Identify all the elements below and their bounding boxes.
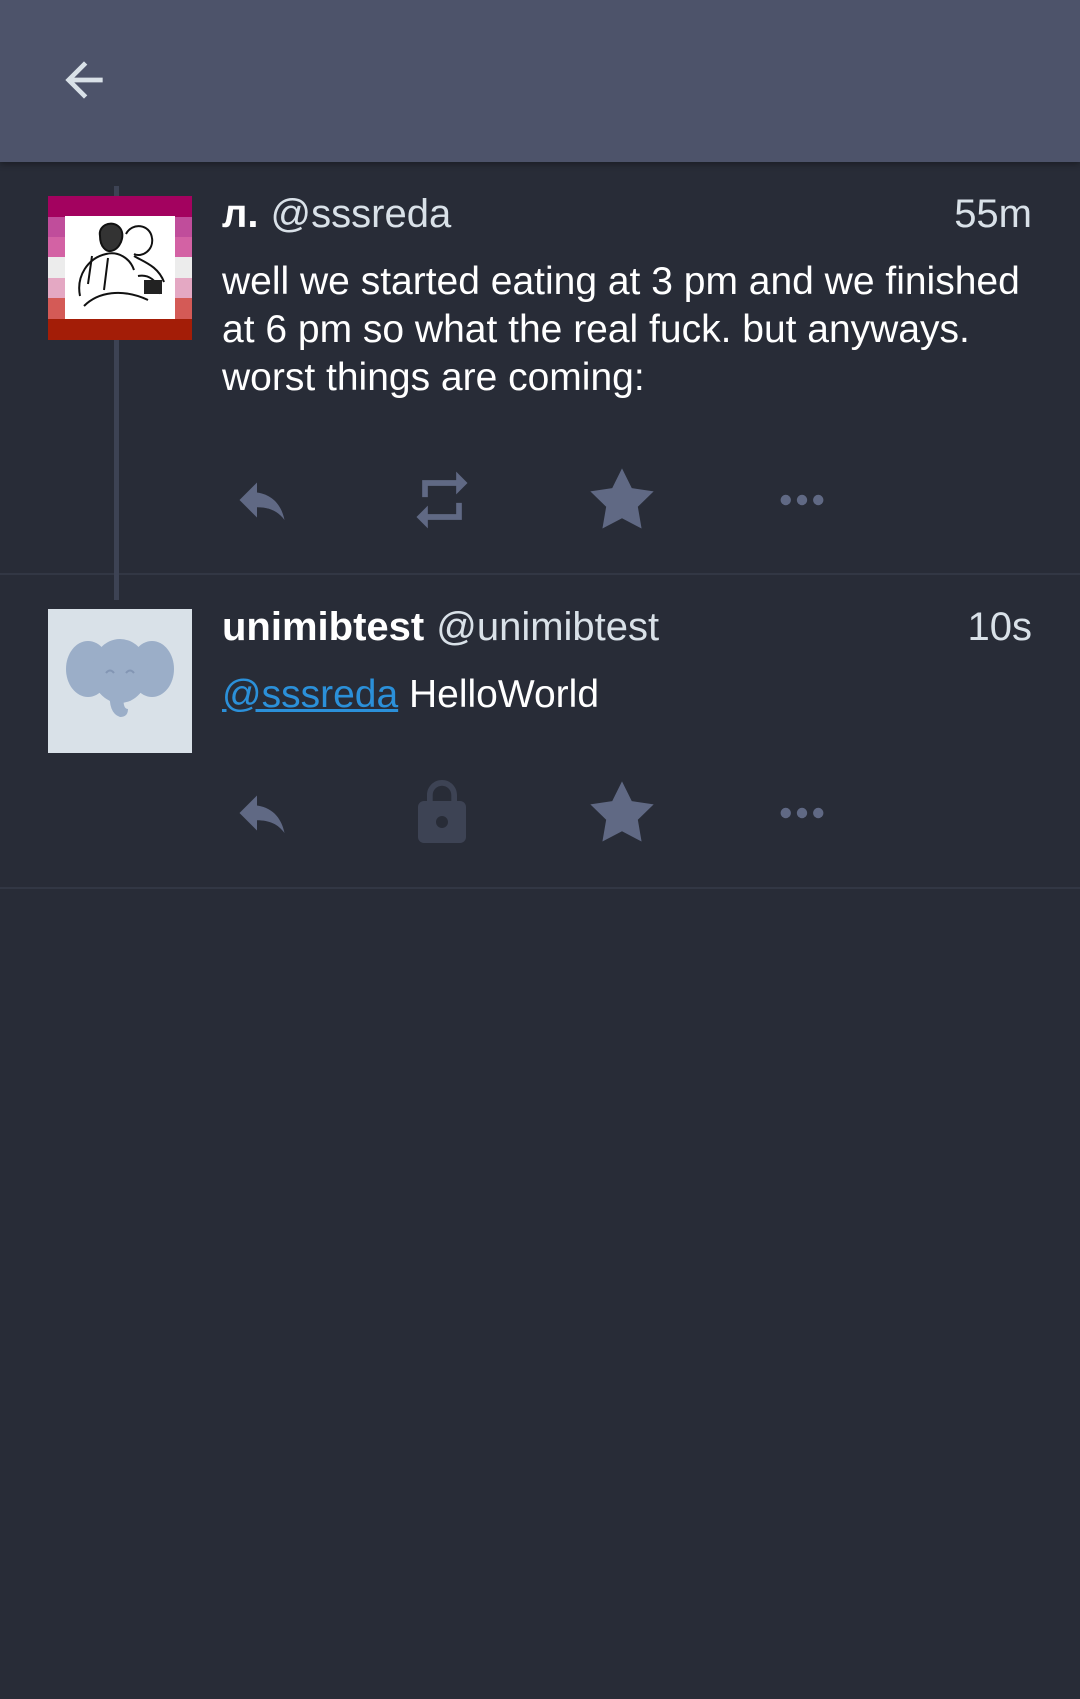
favourite-button[interactable] xyxy=(582,773,762,853)
more-icon xyxy=(780,807,824,819)
more-button[interactable] xyxy=(762,773,942,853)
account-handle[interactable]: @unimibtest xyxy=(436,605,659,650)
status-item[interactable]: л. @sssreda 55m well we started eating a… xyxy=(0,162,1080,575)
more-button[interactable] xyxy=(762,460,942,540)
account-handle[interactable]: @sssreda xyxy=(271,192,452,237)
favourite-button[interactable] xyxy=(582,460,762,540)
avatar[interactable] xyxy=(48,609,192,753)
boost-icon xyxy=(416,471,468,529)
status-header: л. @sssreda 55m xyxy=(222,188,1032,240)
lock-icon xyxy=(418,780,466,843)
timestamp[interactable]: 55m xyxy=(954,192,1032,237)
reply-icon xyxy=(239,795,285,833)
lesbian-flag-drawing-avatar xyxy=(48,196,192,340)
status-item[interactable]: unimibtest @unimibtest 10s @sssreda Hell… xyxy=(0,575,1080,889)
back-button[interactable] xyxy=(48,44,120,116)
arrow-left-icon xyxy=(65,61,103,99)
mention-link[interactable]: @sssreda xyxy=(222,673,398,716)
display-name[interactable]: л. xyxy=(222,192,259,237)
reply-button[interactable] xyxy=(222,773,402,853)
timestamp[interactable]: 10s xyxy=(968,605,1033,650)
status-content: @sssreda HelloWorld xyxy=(222,671,1032,719)
boost-disabled-button xyxy=(402,773,582,853)
status-actions xyxy=(222,460,942,540)
reply-icon xyxy=(239,482,285,520)
boost-button[interactable] xyxy=(402,460,582,540)
default-elephant-avatar xyxy=(48,609,192,753)
status-text: HelloWorld xyxy=(398,673,600,716)
avatar[interactable] xyxy=(48,196,192,340)
favourite-icon xyxy=(590,781,654,842)
favourite-icon xyxy=(590,468,654,529)
status-actions xyxy=(222,773,942,853)
app-bar xyxy=(0,0,1080,162)
more-icon xyxy=(780,494,824,506)
status-header: unimibtest @unimibtest 10s xyxy=(222,601,1032,653)
status-content: well we started eating at 3 pm and we fi… xyxy=(222,260,1020,399)
reply-button[interactable] xyxy=(222,460,402,540)
display-name[interactable]: unimibtest xyxy=(222,605,424,650)
